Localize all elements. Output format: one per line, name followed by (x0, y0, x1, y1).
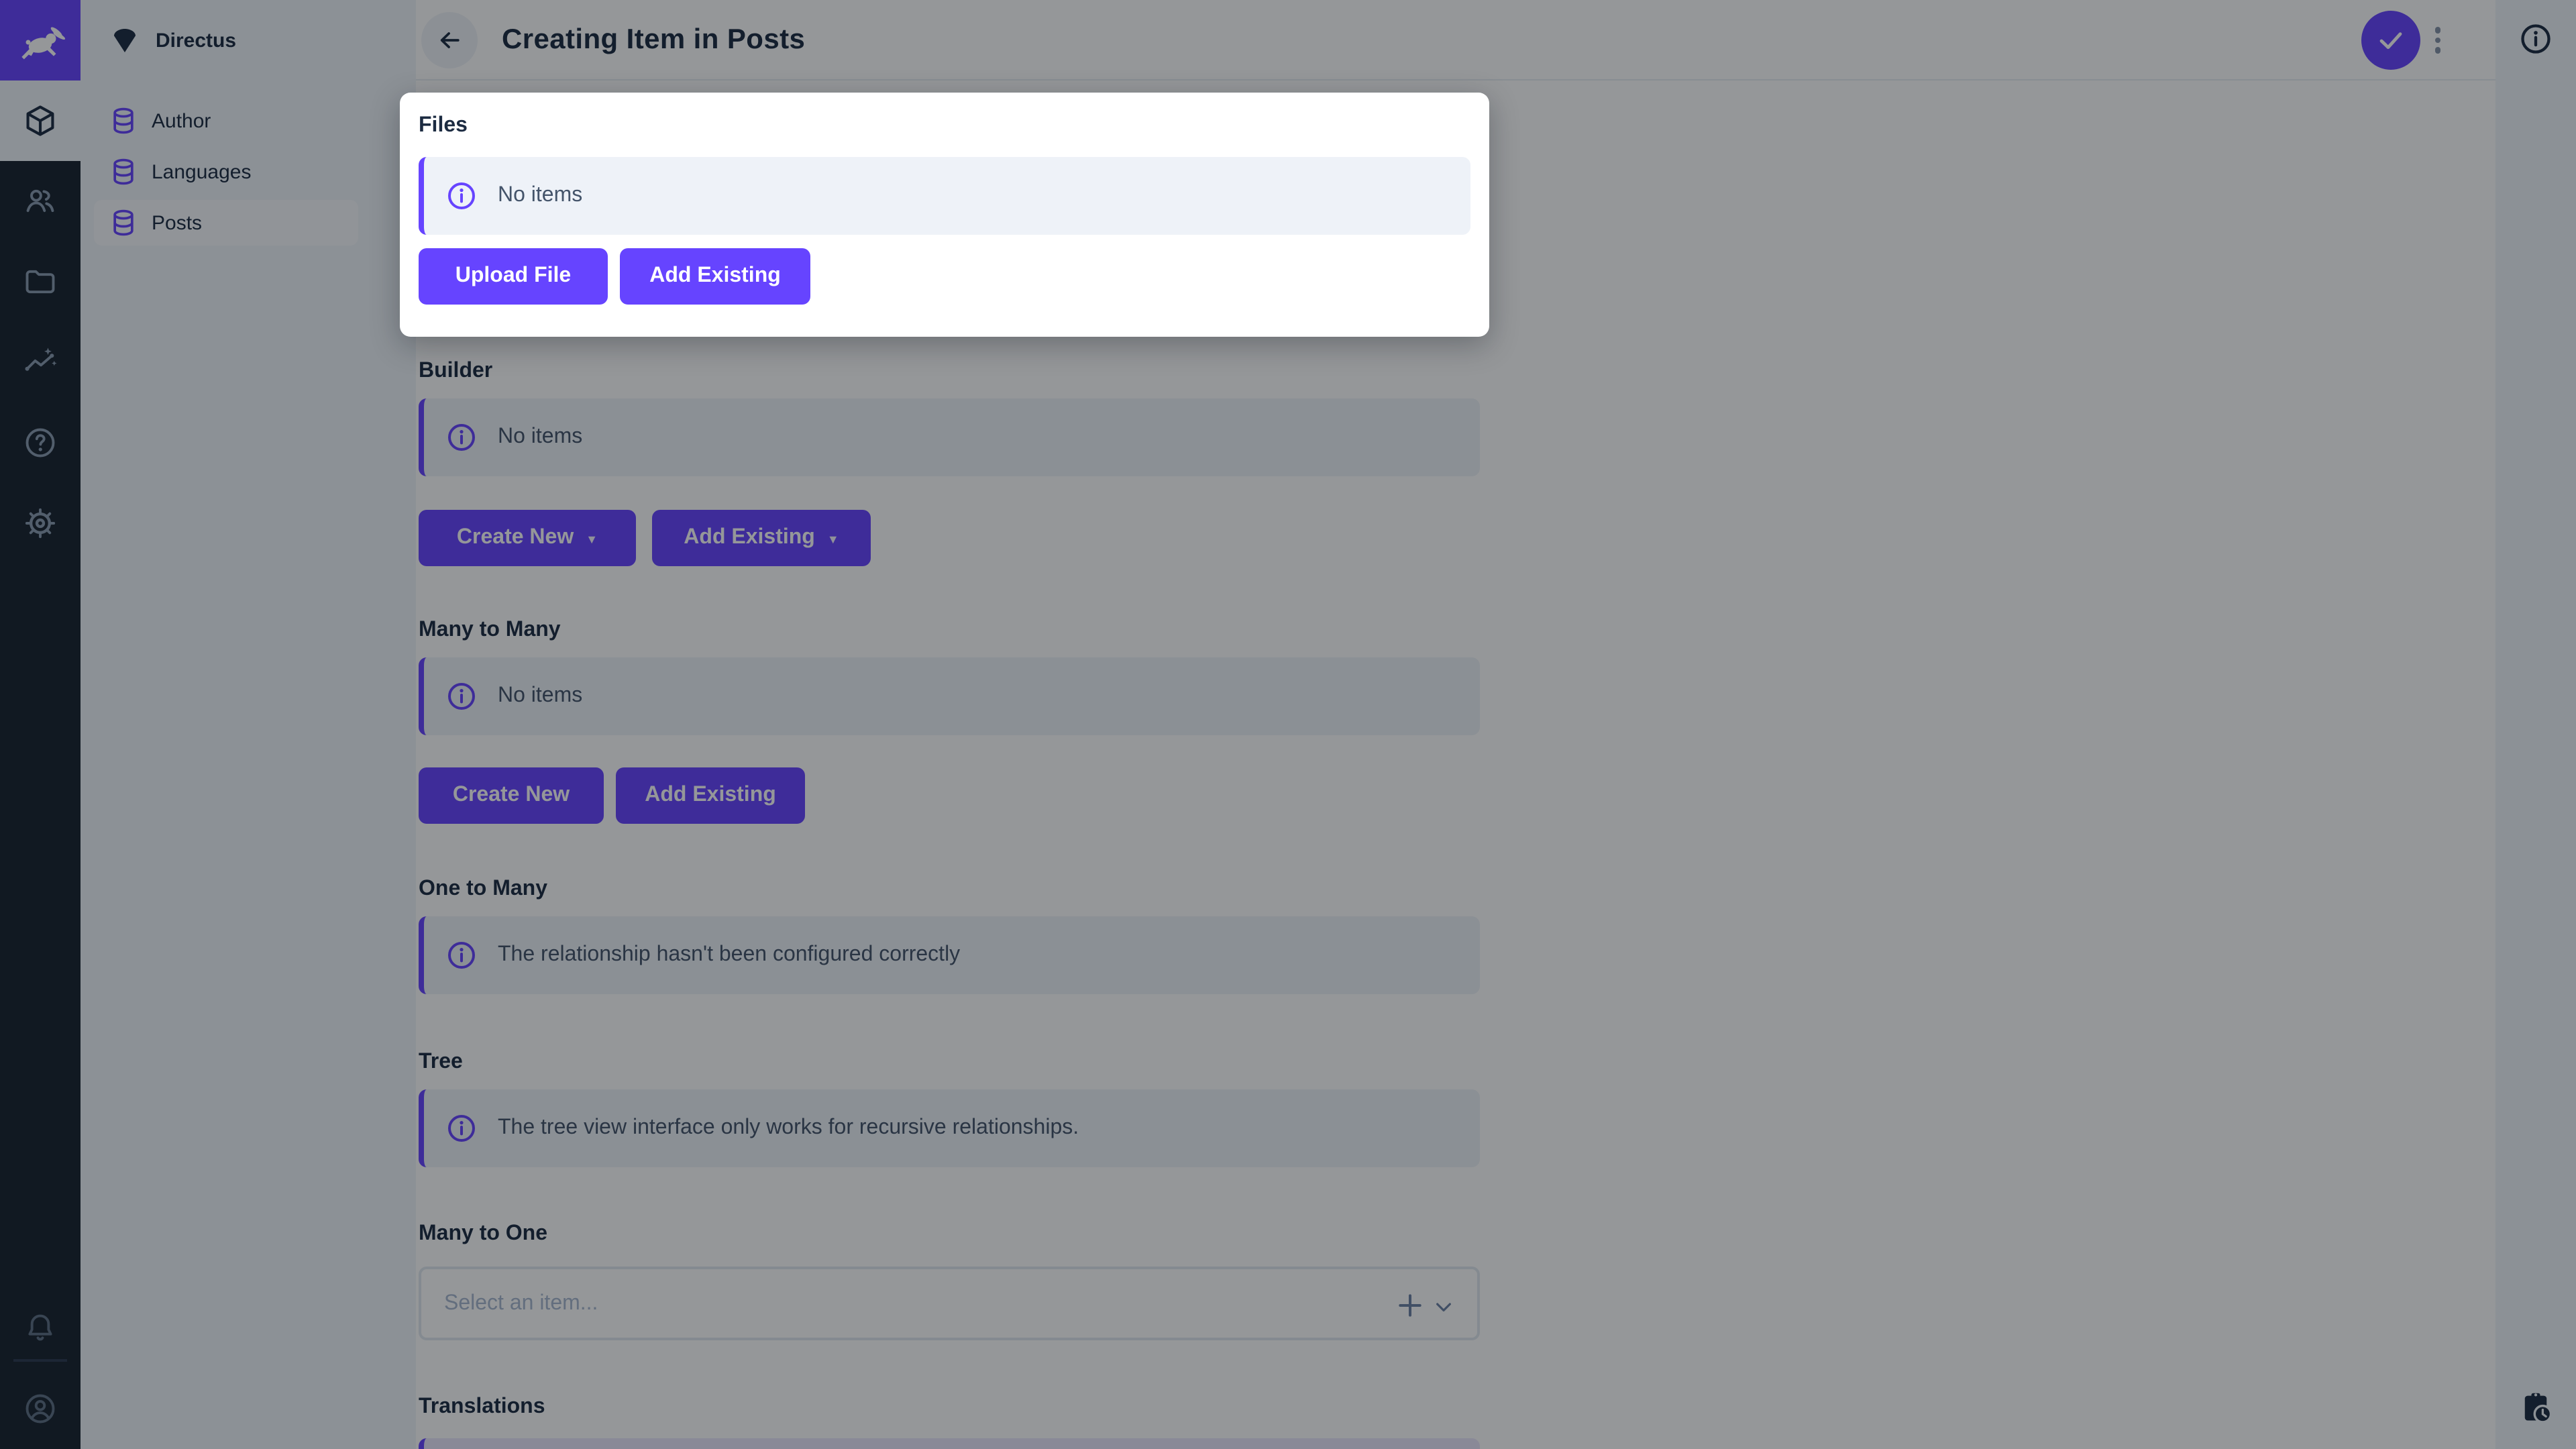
field-label-files: Files (419, 114, 468, 137)
files-add-existing-button[interactable]: Add Existing (620, 248, 810, 305)
info-circle-icon (448, 182, 475, 209)
files-field-card: Files No items Upload File Add Existing (400, 93, 1489, 337)
app-viewport: Creating Item in Posts Builder No items … (0, 0, 2576, 1449)
files-upload-file-button[interactable]: Upload File (419, 248, 608, 305)
screen: Creating Item in Posts Builder No items … (0, 0, 2576, 1449)
files-empty-notice: No items (419, 157, 1470, 235)
